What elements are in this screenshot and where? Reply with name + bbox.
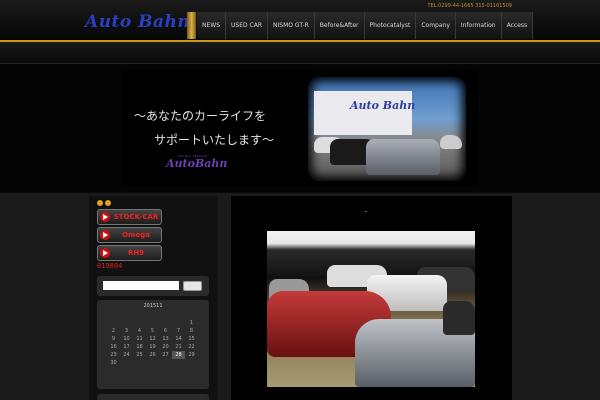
- stock-car-label: STOCK-CAR: [113, 213, 159, 221]
- calendar-day[interactable]: 25: [133, 351, 146, 359]
- nav-item-company[interactable]: Company: [416, 12, 456, 39]
- calendar-week: 9 10 11 12 13 14 15: [107, 335, 198, 343]
- nav-item-nismo-gtr[interactable]: NISMO GT-R: [268, 12, 315, 39]
- logo-accent-bar: [187, 12, 196, 39]
- calendar-day[interactable]: 8: [185, 327, 198, 335]
- calendar-day: [172, 319, 185, 327]
- banner-panel: ～あなたのカーライフを サポートいたします～ RACING SERVICE Au…: [122, 69, 478, 187]
- stock-car-button[interactable]: STOCK-CAR: [97, 209, 162, 225]
- car-dark-right: [443, 301, 475, 335]
- sidebar-dots: [97, 200, 111, 206]
- banner-logo: AutoBahn: [166, 157, 228, 170]
- calendar-day[interactable]: 20: [159, 343, 172, 351]
- banner-tagline-2: サポートいたします～: [154, 133, 275, 147]
- rh9-button[interactable]: RH9: [97, 245, 162, 261]
- calendar-day[interactable]: 26: [146, 351, 159, 359]
- calendar-week: 30: [107, 359, 198, 367]
- calendar-day[interactable]: 3: [120, 327, 133, 335]
- calendar-day: [172, 359, 185, 367]
- calendar-title: 201511: [143, 303, 163, 309]
- calendar-day[interactable]: 13: [159, 335, 172, 343]
- calendar-day[interactable]: 6: [159, 327, 172, 335]
- calendar-day[interactable]: 23: [107, 351, 120, 359]
- hero-banner: ～あなたのカーライフを サポートいたします～ RACING SERVICE Au…: [0, 64, 600, 192]
- calendar-day[interactable]: 1: [185, 319, 198, 327]
- sidebar-next-widget: [97, 394, 209, 400]
- calendar-day[interactable]: 2: [107, 327, 120, 335]
- calendar: 201511 1 2 3 4 5 6 7 8 9 10 11 12 13 14 15 16 17 18 19 20 21…: [97, 300, 209, 389]
- calendar-day[interactable]: 19: [146, 343, 159, 351]
- play-arrow-icon: [100, 248, 110, 258]
- calendar-day[interactable]: 30: [107, 359, 120, 367]
- calendar-day[interactable]: 29: [185, 351, 198, 359]
- calendar-day[interactable]: 4: [133, 327, 146, 335]
- garage-photo: [267, 231, 475, 387]
- omega-button[interactable]: Omega: [97, 227, 162, 243]
- calendar-day[interactable]: 17: [120, 343, 133, 351]
- search-button[interactable]: [183, 281, 202, 291]
- calendar-day: [120, 359, 133, 367]
- car-silver: [366, 139, 440, 175]
- calendar-day: [146, 319, 159, 327]
- calendar-day[interactable]: 15: [185, 335, 198, 343]
- car-white-right: [440, 135, 462, 149]
- dot-icon: [97, 200, 103, 206]
- calendar-day[interactable]: 9: [107, 335, 120, 343]
- shop-building: [314, 91, 412, 135]
- header-subbar: [0, 42, 600, 64]
- rh9-label: RH9: [127, 249, 145, 257]
- calendar-day: [133, 359, 146, 367]
- nav-item-used-car[interactable]: USED CAR: [226, 12, 269, 39]
- calendar-day[interactable]: 24: [120, 351, 133, 359]
- calendar-day[interactable]: 27: [159, 351, 172, 359]
- search-input[interactable]: [103, 281, 179, 290]
- calendar-day: [146, 359, 159, 367]
- shop-sign: Auto Bahn: [350, 99, 416, 112]
- calendar-day[interactable]: 5: [146, 327, 159, 335]
- calendar-day: [159, 319, 172, 327]
- omega-label: Omega: [122, 231, 150, 239]
- shop-photo: Auto Bahn: [308, 77, 466, 181]
- calendar-day: [107, 319, 120, 327]
- site-logo[interactable]: Auto Bahn: [85, 12, 190, 32]
- calendar-day[interactable]: 16: [107, 343, 120, 351]
- nav-item-before-after[interactable]: Before&After: [314, 12, 365, 39]
- calendar-day: [133, 319, 146, 327]
- calendar-week: 2345678: [107, 327, 198, 335]
- calendar-week: 23 24 25 26 27 28 29: [107, 351, 198, 359]
- calendar-day[interactable]: 28: [172, 351, 185, 359]
- nav-item-information[interactable]: Information: [455, 12, 502, 39]
- calendar-week: 1: [107, 319, 198, 327]
- calendar-day[interactable]: 11: [133, 335, 146, 343]
- nav-item-news[interactable]: NEWS: [197, 12, 227, 39]
- post-title: -: [365, 208, 368, 215]
- phone-number: TEL:0299-44-1665 315-01161509: [427, 3, 513, 9]
- calendar-day: [185, 359, 198, 367]
- calendar-day[interactable]: 7: [172, 327, 185, 335]
- play-arrow-icon: [100, 212, 110, 222]
- nav-item-photocatalyst[interactable]: Photocatalyst: [364, 12, 417, 39]
- calendar-day[interactable]: 18: [133, 343, 146, 351]
- banner-tagline-1: ～あなたのカーライフを: [134, 109, 267, 123]
- visitor-counter: 019894: [97, 262, 123, 270]
- play-arrow-icon: [100, 230, 110, 240]
- calendar-grid: 1 2 3 4 5 6 7 8 9 10 11 12 13 14 15 16 17 18 19 20 21 22 23 24 2…: [107, 319, 198, 367]
- calendar-day: [120, 319, 133, 327]
- main-nav: NEWS USED CAR NISMO GT-R Before&After Ph…: [197, 12, 534, 39]
- calendar-week: 16 17 18 19 20 21 22: [107, 343, 198, 351]
- calendar-day[interactable]: 14: [172, 335, 185, 343]
- calendar-day: [159, 359, 172, 367]
- nav-item-access[interactable]: Access: [501, 12, 534, 39]
- calendar-day[interactable]: 12: [146, 335, 159, 343]
- dot-icon: [105, 200, 111, 206]
- calendar-day[interactable]: 22: [185, 343, 198, 351]
- calendar-day[interactable]: 10: [120, 335, 133, 343]
- calendar-day[interactable]: 21: [172, 343, 185, 351]
